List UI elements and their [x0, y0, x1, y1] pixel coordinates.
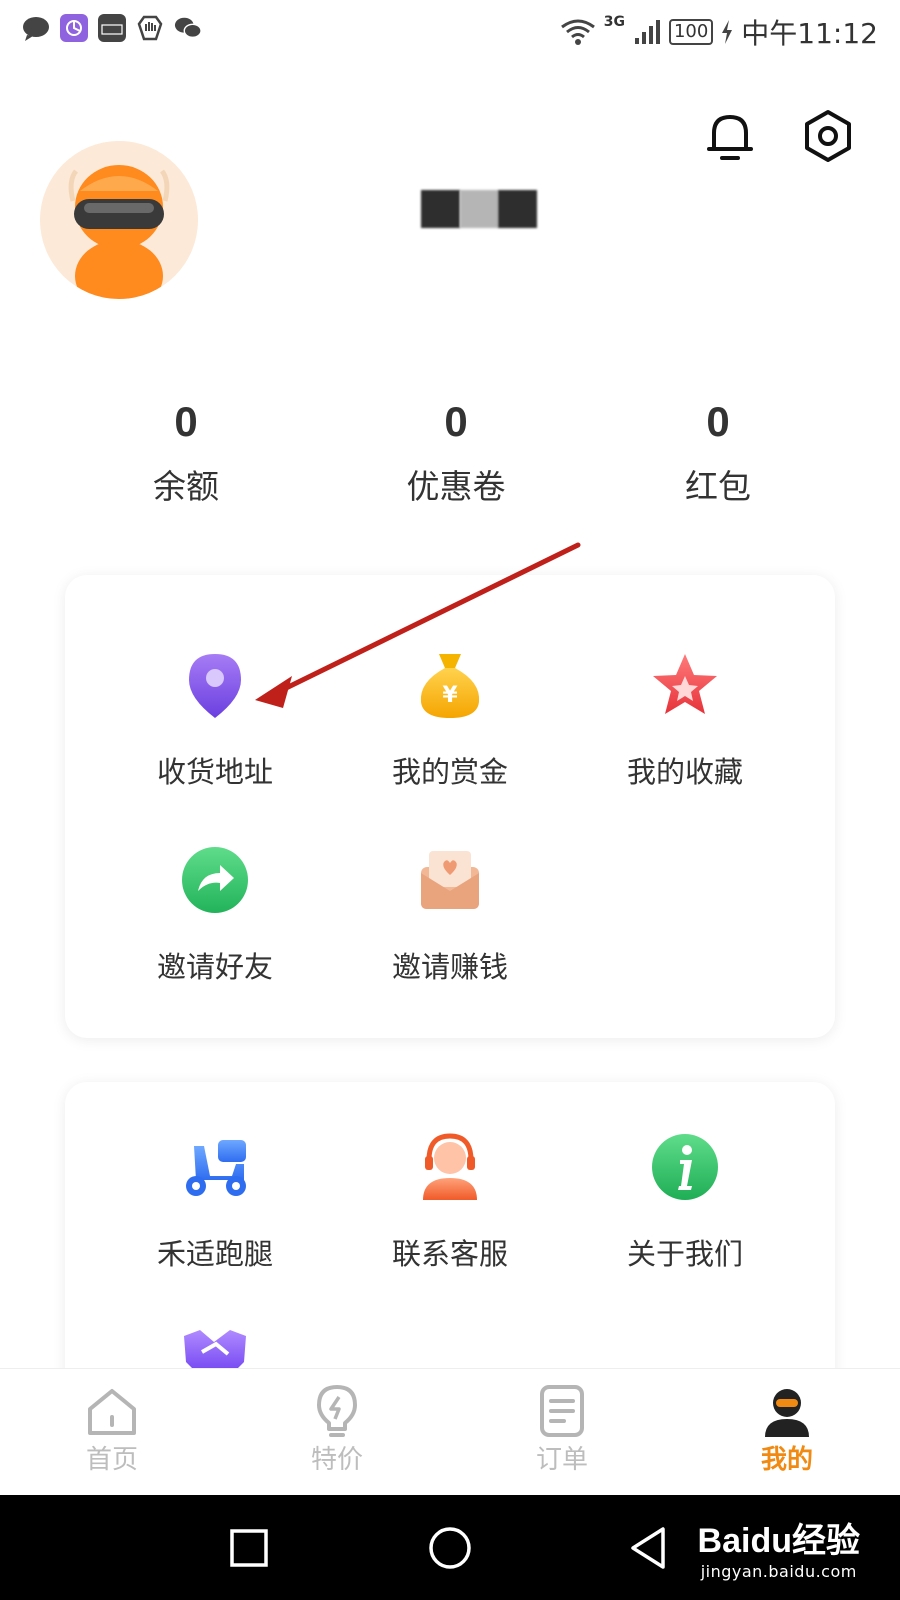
menu-cooperation[interactable] — [105, 1322, 325, 1368]
menu-label: 我的赏金 — [391, 755, 508, 789]
menu-label: 关于我们 — [626, 1237, 743, 1271]
home-icon — [88, 1389, 136, 1435]
system-status: 3G 100 中午11:12 — [560, 12, 878, 52]
lightbulb-icon — [317, 1385, 357, 1437]
nav-label: 我的 — [760, 1445, 813, 1475]
money-bag-icon: ¥ — [420, 654, 480, 718]
nav-home[interactable]: 首页 — [52, 1383, 172, 1477]
stat-value: 0 — [444, 398, 468, 445]
clock: 中午11:12 — [741, 17, 878, 50]
services-card-1: 收货地址 ¥ 我的赏金 我的收藏 邀请好友 邀请赚钱 — [65, 575, 835, 1038]
nav-deals[interactable]: 特价 — [277, 1383, 397, 1477]
nav-label: 首页 — [85, 1445, 138, 1475]
settings-hex-icon — [805, 110, 851, 162]
customer-service-icon — [423, 1133, 477, 1200]
menu-customer-service[interactable]: 联系客服 — [340, 1132, 560, 1272]
app-icon — [60, 14, 88, 42]
share-arrow-icon — [182, 847, 248, 913]
username-redacted — [421, 190, 538, 228]
message-icon — [22, 14, 50, 42]
svg-text:¥: ¥ — [442, 683, 458, 708]
wechat-icon — [174, 14, 202, 42]
menu-my-favorites[interactable]: 我的收藏 — [575, 650, 795, 790]
watermark-url: jingyan.baidu.com — [700, 1562, 857, 1581]
stat-value: 0 — [706, 398, 730, 445]
bottom-nav: 首页 特价 订单 我的 — [0, 1368, 900, 1495]
settings-button[interactable] — [800, 108, 856, 164]
nav-profile[interactable]: 我的 — [727, 1383, 847, 1477]
menu-label: 收货地址 — [156, 755, 273, 789]
system-nav-bar: Baidu经验 jingyan.baidu.com — [0, 1495, 900, 1600]
stat-balance[interactable]: 0 余额 — [96, 395, 276, 507]
robot-avatar-icon — [40, 141, 198, 299]
menu-label: 联系客服 — [391, 1237, 508, 1271]
signal-icon — [634, 20, 660, 44]
order-list-icon — [540, 1385, 584, 1437]
notification-icons — [22, 14, 202, 42]
menu-my-bounty[interactable]: ¥ 我的赏金 — [340, 650, 560, 790]
stat-label: 红包 — [685, 467, 751, 506]
stat-label: 余额 — [153, 467, 219, 506]
network-type: 3G — [603, 14, 625, 30]
home-button[interactable] — [425, 1523, 475, 1573]
nav-label: 订单 — [535, 1445, 588, 1475]
info-icon — [652, 1134, 718, 1200]
scooter-icon — [186, 1140, 246, 1196]
back-button[interactable] — [625, 1523, 675, 1573]
menu-about-us[interactable]: 关于我们 — [575, 1132, 795, 1272]
menu-invite-friends[interactable]: 邀请好友 — [105, 845, 325, 985]
stat-label: 优惠卷 — [406, 467, 506, 506]
notifications-button[interactable] — [702, 108, 758, 164]
envelope-heart-icon — [421, 851, 479, 909]
recent-apps-button[interactable] — [224, 1523, 274, 1573]
baidu-watermark: Baidu经验 jingyan.baidu.com — [698, 1513, 860, 1581]
nav-label: 特价 — [310, 1445, 363, 1475]
menu-label: 邀请好友 — [156, 950, 273, 984]
menu-label: 禾适跑腿 — [156, 1237, 273, 1271]
menu-label: 我的收藏 — [626, 755, 743, 789]
avatar[interactable] — [40, 141, 198, 299]
nav-orders[interactable]: 订单 — [502, 1383, 622, 1477]
menu-label: 邀请赚钱 — [391, 950, 508, 984]
menu-shipping-address[interactable]: 收货地址 — [105, 650, 325, 790]
hand-icon — [136, 14, 164, 42]
huawei-store-icon — [98, 14, 126, 42]
charging-icon — [722, 20, 733, 44]
location-pin-icon — [189, 654, 241, 718]
menu-errand-service[interactable]: 禾适跑腿 — [105, 1132, 325, 1272]
stat-value: 0 — [174, 398, 198, 445]
star-icon — [653, 654, 717, 714]
status-bar: 3G 100 中午11:12 — [0, 0, 900, 62]
watermark-brand: Baidu经验 — [697, 1522, 860, 1560]
bell-icon — [707, 115, 753, 160]
battery-indicator: 100 — [668, 19, 714, 45]
stat-red-packets[interactable]: 0 红包 — [628, 395, 808, 507]
profile-icon — [765, 1389, 809, 1437]
menu-invite-earn[interactable]: 邀请赚钱 — [340, 845, 560, 985]
wifi-icon — [560, 19, 595, 45]
stat-coupons[interactable]: 0 优惠卷 — [366, 395, 546, 507]
handshake-icon — [184, 1330, 246, 1368]
